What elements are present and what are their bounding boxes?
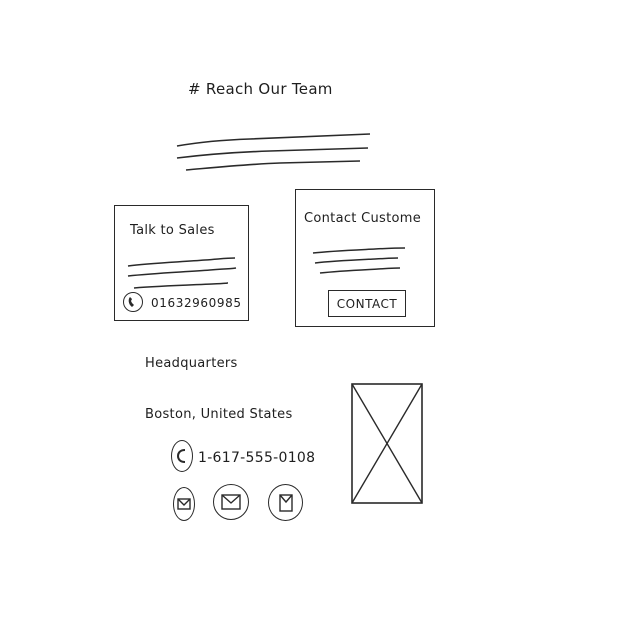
headquarters-heading: Headquarters [145, 356, 238, 371]
phone-icon [171, 440, 193, 472]
customer-card-title: Contact Custome [304, 211, 422, 226]
headquarters-location: Boston, United States [145, 407, 293, 422]
headquarters-phone-number[interactable]: 1-617-555-0108 [198, 450, 315, 466]
mail-icon[interactable] [213, 484, 249, 520]
mail-icon[interactable] [173, 487, 195, 521]
sales-phone-number[interactable]: 01632960985 [151, 296, 242, 310]
mail-icon[interactable] [268, 484, 303, 521]
contact-button[interactable]: CONTACT [328, 290, 406, 317]
phone-icon [123, 292, 143, 312]
page-title: # Reach Our Team [188, 80, 333, 98]
sales-card-title: Talk to Sales [130, 223, 215, 238]
